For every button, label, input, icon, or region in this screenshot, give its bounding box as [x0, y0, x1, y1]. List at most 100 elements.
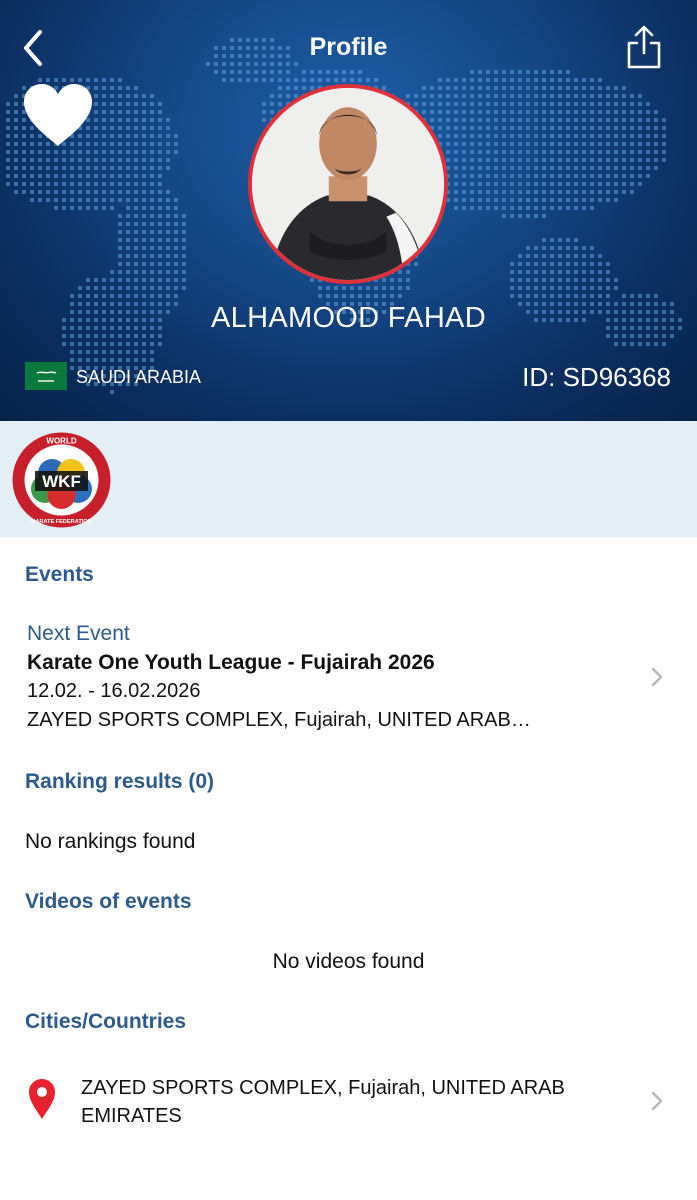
map-dot: [158, 166, 162, 170]
map-dot: [134, 206, 138, 210]
map-dot: [622, 94, 626, 98]
map-dot: [510, 118, 514, 122]
map-dot: [486, 150, 490, 154]
map-dot: [38, 190, 42, 194]
map-dot: [158, 286, 162, 290]
map-dot: [534, 246, 538, 250]
map-dot: [150, 182, 154, 186]
map-dot: [478, 190, 482, 194]
map-dot: [614, 142, 618, 146]
map-dot: [14, 118, 18, 122]
map-dot: [606, 262, 610, 266]
map-dot: [534, 126, 538, 130]
map-dot: [150, 190, 154, 194]
map-dot: [582, 86, 586, 90]
map-dot: [86, 358, 90, 362]
map-dot: [534, 78, 538, 82]
map-dot: [270, 70, 274, 74]
map-dot: [646, 110, 650, 114]
map-dot: [542, 214, 546, 218]
map-dot: [14, 94, 18, 98]
map-dot: [550, 174, 554, 178]
map-dot: [582, 150, 586, 154]
map-dot: [382, 286, 386, 290]
share-button[interactable]: [624, 24, 664, 70]
map-dot: [110, 166, 114, 170]
map-dot: [486, 174, 490, 178]
map-dot: [630, 174, 634, 178]
rankings-section-title: Ranking results (0): [25, 770, 215, 793]
map-dot: [166, 206, 170, 210]
map-dot: [558, 182, 562, 186]
next-event-row[interactable]: Next Event Karate One Youth League - Fuj…: [0, 612, 697, 742]
map-dot: [142, 350, 146, 354]
map-dot: [398, 294, 402, 298]
map-dot: [534, 214, 538, 218]
map-dot: [518, 190, 522, 194]
city-list-item[interactable]: ZAYED SPORTS COMPLEX, Fujairah, UNITED A…: [0, 1066, 697, 1136]
map-dot: [526, 246, 530, 250]
map-dot: [622, 134, 626, 138]
map-dot: [462, 118, 466, 122]
map-dot: [550, 78, 554, 82]
map-dot: [62, 182, 66, 186]
map-dot: [526, 150, 530, 154]
map-dot: [630, 158, 634, 162]
map-dot: [582, 158, 586, 162]
map-dot: [86, 158, 90, 162]
favorite-button[interactable]: [22, 82, 94, 148]
map-dot: [134, 182, 138, 186]
map-dot: [94, 142, 98, 146]
map-dot: [518, 102, 522, 106]
map-dot: [118, 278, 122, 282]
map-dot: [94, 166, 98, 170]
map-dot: [150, 134, 154, 138]
map-dot: [166, 158, 170, 162]
map-dot: [614, 166, 618, 170]
map-dot: [566, 110, 570, 114]
athlete-id: ID: SD96368: [522, 362, 671, 392]
map-dot: [454, 158, 458, 162]
map-dot: [590, 110, 594, 114]
map-dot: [86, 286, 90, 290]
map-dot: [574, 198, 578, 202]
map-dot: [534, 102, 538, 106]
map-dot: [590, 118, 594, 122]
map-dot: [526, 166, 530, 170]
map-dot: [158, 142, 162, 146]
map-dot: [222, 70, 226, 74]
map-dot: [102, 358, 106, 362]
map-dot: [118, 110, 122, 114]
map-dot: [654, 110, 658, 114]
map-dot: [582, 198, 586, 202]
map-dot: [390, 294, 394, 298]
map-dot: [366, 78, 370, 82]
map-dot: [542, 182, 546, 186]
map-dot: [494, 182, 498, 186]
map-dot: [510, 166, 514, 170]
map-dot: [62, 198, 66, 202]
map-dot: [478, 110, 482, 114]
map-dot: [254, 62, 258, 66]
map-dot: [550, 126, 554, 130]
map-dot: [14, 134, 18, 138]
map-dot: [590, 262, 594, 266]
map-dot: [174, 246, 178, 250]
map-dot: [118, 118, 122, 122]
map-dot: [598, 134, 602, 138]
map-dot: [110, 86, 114, 90]
map-dot: [558, 150, 562, 154]
map-dot: [526, 70, 530, 74]
map-dot: [62, 342, 66, 346]
map-dot: [566, 174, 570, 178]
map-dot: [78, 286, 82, 290]
map-dot: [278, 94, 282, 98]
map-dot: [118, 102, 122, 106]
map-dot: [134, 190, 138, 194]
map-dot: [486, 166, 490, 170]
map-dot: [622, 174, 626, 178]
map-dot: [638, 142, 642, 146]
map-dot: [558, 126, 562, 130]
map-dot: [70, 182, 74, 186]
map-dot: [478, 206, 482, 210]
